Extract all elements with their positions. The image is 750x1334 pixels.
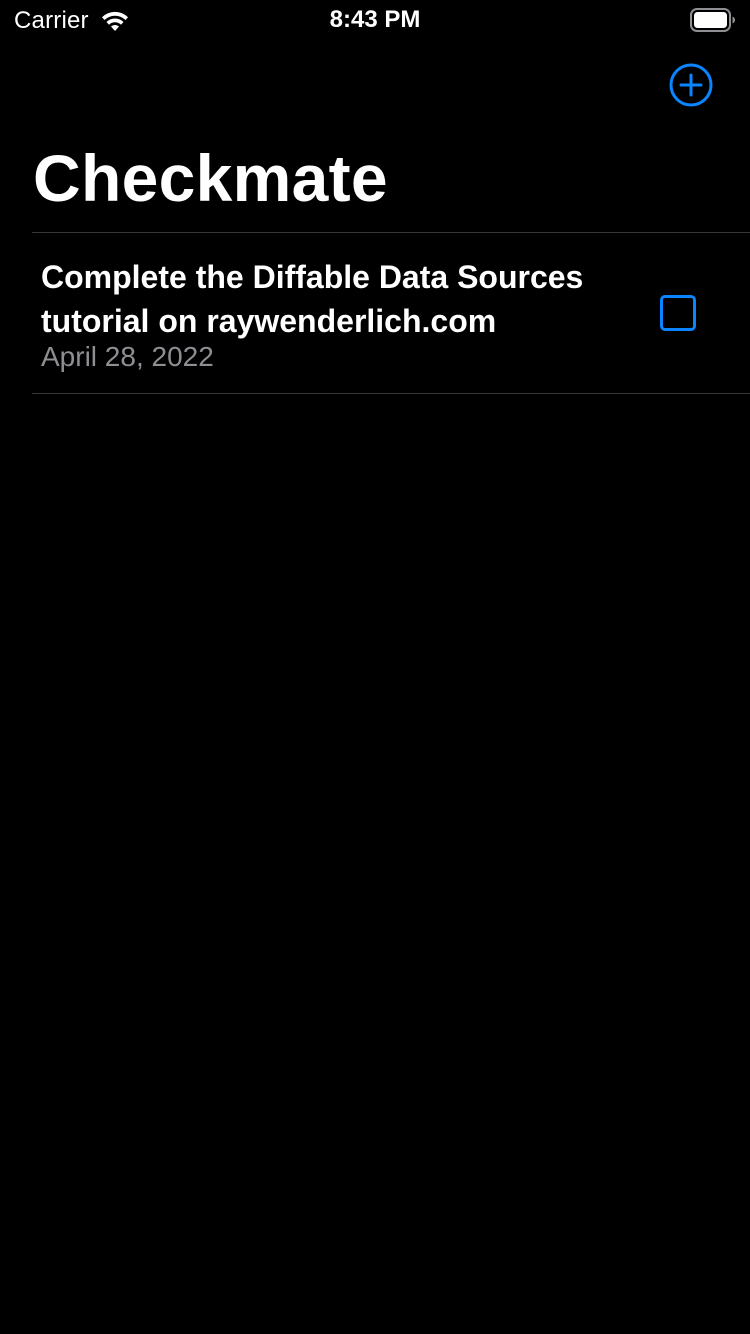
page-title: Checkmate (33, 141, 388, 215)
item-title: Complete the Diffable Data Sources tutor… (41, 259, 584, 339)
list-item[interactable]: Complete the Diffable Data Sources tutor… (32, 233, 750, 393)
add-item-button[interactable] (668, 62, 714, 108)
status-bar: Carrier 8:43 PM (0, 0, 750, 40)
plus-circle-icon (668, 63, 714, 112)
todo-list: Complete the Diffable Data Sources tutor… (32, 232, 750, 394)
list-separator-bottom (32, 393, 750, 394)
status-time: 8:43 PM (329, 6, 421, 33)
battery-icon (690, 8, 736, 32)
item-date: April 28, 2022 (41, 341, 214, 372)
unchecked-square-icon[interactable] (660, 295, 696, 331)
